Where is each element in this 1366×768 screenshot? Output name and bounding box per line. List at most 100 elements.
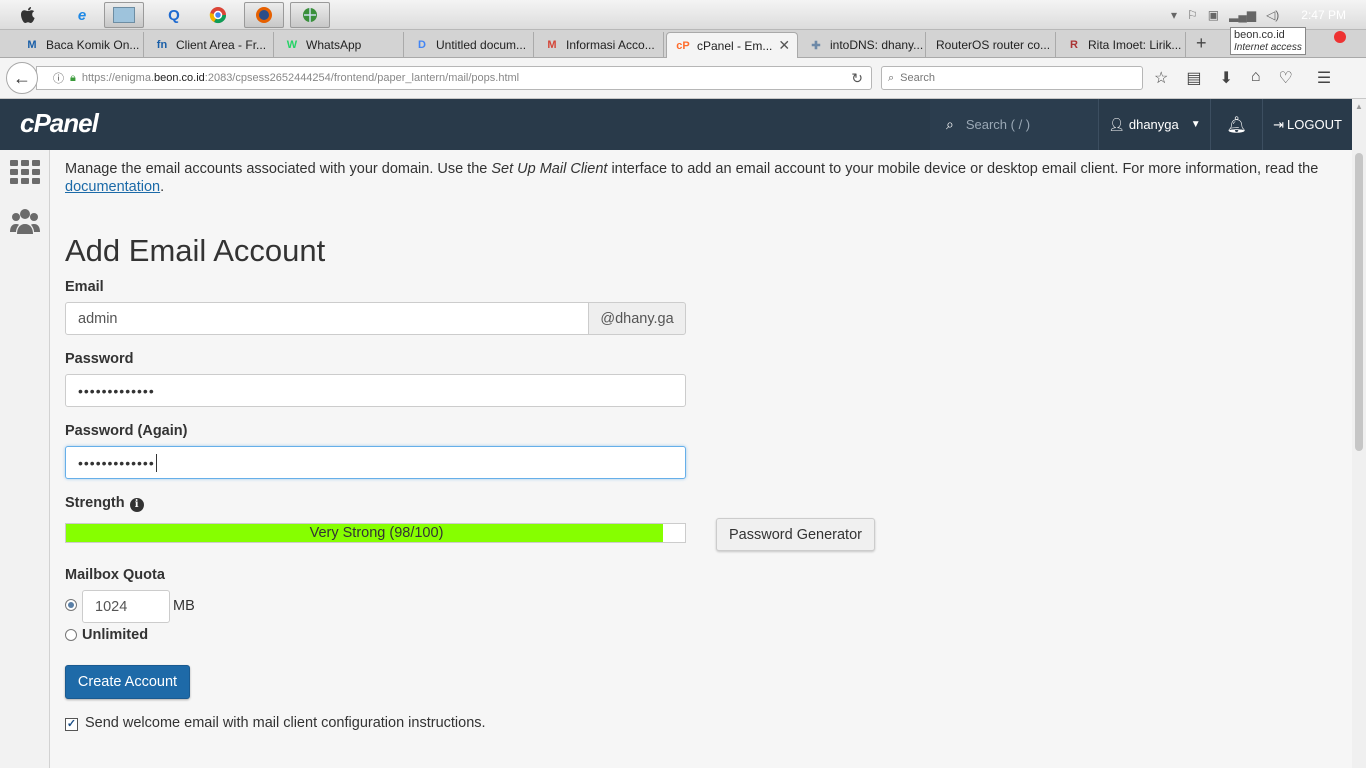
email-value: admin [78, 310, 118, 327]
bookmark-star-icon[interactable]: ☆ [1154, 68, 1168, 88]
scrollbar-thumb[interactable] [1355, 153, 1363, 451]
tab-label: RouterOS router co... [936, 38, 1051, 52]
search-icon: ⌕ [946, 116, 954, 132]
scroll-up-icon[interactable]: ▲ [1355, 102, 1363, 111]
reading-list-icon[interactable]: ▤ [1186, 68, 1201, 88]
browser-tab[interactable]: M Baca Komik On... [16, 32, 144, 58]
tab-label: Rita Imoet: Lirik... [1088, 38, 1182, 52]
browser-tab[interactable]: M Informasi Acco... [536, 32, 664, 58]
gmail-icon: M [547, 39, 557, 51]
os-taskbar: e Q ▾ ⚐ ▣ ▂▄▆ ◁) 2:47 PM [0, 0, 1366, 30]
url-bar[interactable]: ⓘ 🔒︎ https://enigma. beon.co.id:2083/cpse… [36, 66, 872, 90]
url-prefix: https://enigma. [81, 72, 155, 84]
apple-menu-icon[interactable] [8, 2, 48, 28]
tab-favicon-icon: M [27, 39, 37, 51]
tab-favicon-icon: ✚ [811, 39, 821, 52]
quota-unit: MB [173, 598, 195, 614]
browser-tab[interactable]: R Rita Imoet: Lirik... [1058, 32, 1186, 58]
browser-tab[interactable]: fn Client Area - Fr... [146, 32, 274, 58]
home-icon[interactable]: ⌂ [1251, 68, 1261, 88]
browser-search-input[interactable]: ⌕ Search [881, 66, 1143, 90]
firefox-app-icon[interactable] [244, 2, 284, 28]
window-close-icon[interactable] [1334, 31, 1346, 43]
browser-tab[interactable]: ✚ intoDNS: dhany... [800, 32, 926, 58]
unlimited-label[interactable]: Unlimited [82, 627, 148, 643]
cpanel-search-input[interactable]: ⌕ Search ( / ) [930, 99, 1098, 150]
documentation-link[interactable]: documentation [65, 179, 160, 195]
cpanel-logo[interactable]: cPanel [20, 108, 99, 139]
ie-app-icon[interactable]: e [62, 2, 102, 28]
browser-tab[interactable]: RouterOS router co... [928, 32, 1056, 58]
tooltip-title: beon.co.id [1234, 29, 1285, 41]
logout-label: LOGOUT [1287, 117, 1342, 132]
strength-meter-text: Very Strong (98/100) [309, 525, 444, 541]
lock-icon: 🔒︎ [70, 71, 76, 84]
logout-button[interactable]: ⇥ LOGOUT [1262, 99, 1352, 150]
welcome-email-label[interactable]: Send welcome email with mail client conf… [85, 715, 486, 731]
caret-down-icon: ▼ [1190, 119, 1201, 130]
clipboard-icon[interactable]: ▣ [1208, 8, 1219, 22]
tab-favicon-icon: R [1070, 39, 1078, 51]
network-app-icon[interactable] [290, 2, 330, 28]
tab-label: Baca Komik On... [46, 38, 140, 52]
create-account-button[interactable]: Create Account [65, 665, 190, 699]
user-icon: 👤︎ [1108, 116, 1125, 132]
tab-label: intoDNS: dhany... [830, 38, 924, 52]
whatsapp-icon: W [286, 39, 298, 51]
info-circle-icon[interactable]: i [129, 498, 144, 512]
password-value: ••••••••••••• [78, 382, 155, 399]
grid-apps-icon[interactable] [10, 160, 40, 190]
tab-label: Untitled docum... [436, 38, 527, 52]
strength-label: Strength i [65, 495, 144, 512]
intro-text: Manage the email accounts associated wit… [65, 160, 1345, 196]
logout-icon: ⇥ [1273, 116, 1284, 132]
browser-tab-active[interactable]: cP cPanel - Em... ✕ [666, 32, 798, 58]
info-icon[interactable]: ⓘ [53, 70, 64, 86]
signal-icon[interactable]: ▂▄▆ [1229, 8, 1256, 22]
domain-addon[interactable]: @dhany.ga [588, 302, 686, 335]
finder-app-icon[interactable] [104, 2, 144, 28]
search-icon: ⌕ [888, 71, 895, 84]
cpanel-favicon-icon: cP [676, 39, 690, 52]
password-generator-button[interactable]: Password Generator [716, 518, 875, 551]
users-group-icon[interactable] [10, 206, 40, 236]
notifications-bell-icon[interactable]: 🔔︎ [1210, 99, 1262, 150]
username: dhanyga [1128, 117, 1179, 132]
password-input[interactable]: ••••••••••••• [65, 374, 686, 407]
os-clock[interactable]: 2:47 PM [1301, 8, 1346, 22]
cpanel-search-placeholder: Search ( / ) [965, 117, 1031, 132]
download-icon[interactable]: ⬇ [1219, 68, 1232, 88]
volume-icon[interactable]: ◁) [1266, 8, 1279, 22]
page-scrollbar[interactable]: ▲ [1352, 99, 1366, 768]
close-tab-icon[interactable]: ✕ [772, 37, 790, 54]
back-arrow-icon: ← [13, 67, 31, 88]
quicktime-app-icon[interactable]: Q [154, 2, 194, 28]
welcome-email-checkbox[interactable]: ✓ [65, 718, 78, 731]
flag-icon[interactable]: ⚐ [1187, 8, 1198, 22]
quota-limited-radio[interactable] [65, 599, 77, 611]
chrome-app-icon[interactable] [198, 2, 238, 28]
browser-tab[interactable]: W WhatsApp [276, 32, 404, 58]
hamburger-menu-icon[interactable]: ☰ [1317, 68, 1331, 88]
tab-label: WhatsApp [306, 38, 362, 52]
intro-emphasis: Set Up Mail Client [491, 161, 608, 177]
back-button[interactable]: ← [6, 62, 38, 94]
user-menu[interactable]: 👤︎ dhanyga ▼ [1098, 99, 1210, 150]
search-placeholder: Search [900, 72, 936, 84]
tab-favicon-icon: fn [156, 39, 168, 51]
tooltip: beon.co.id Internet access [1230, 27, 1306, 55]
intro-text-part: Manage the email accounts associated wit… [65, 161, 492, 177]
browser-tab[interactable]: D Untitled docum... [406, 32, 534, 58]
chevron-down-icon[interactable]: ▾ [1171, 8, 1177, 22]
quota-unlimited-radio[interactable] [65, 629, 77, 641]
reload-icon[interactable]: ↻ [851, 70, 863, 87]
password-again-label: Password (Again) [65, 423, 188, 439]
text-cursor [155, 453, 157, 472]
intro-text-end: . [160, 179, 165, 195]
password-again-input[interactable]: ••••••••••••• [65, 446, 686, 479]
quota-input[interactable]: 1024 [82, 590, 170, 623]
new-tab-icon[interactable]: + [1196, 33, 1207, 54]
pocket-icon[interactable]: ♡ [1279, 68, 1293, 88]
tab-label: Informasi Acco... [566, 38, 655, 52]
email-input[interactable]: admin [65, 302, 589, 335]
